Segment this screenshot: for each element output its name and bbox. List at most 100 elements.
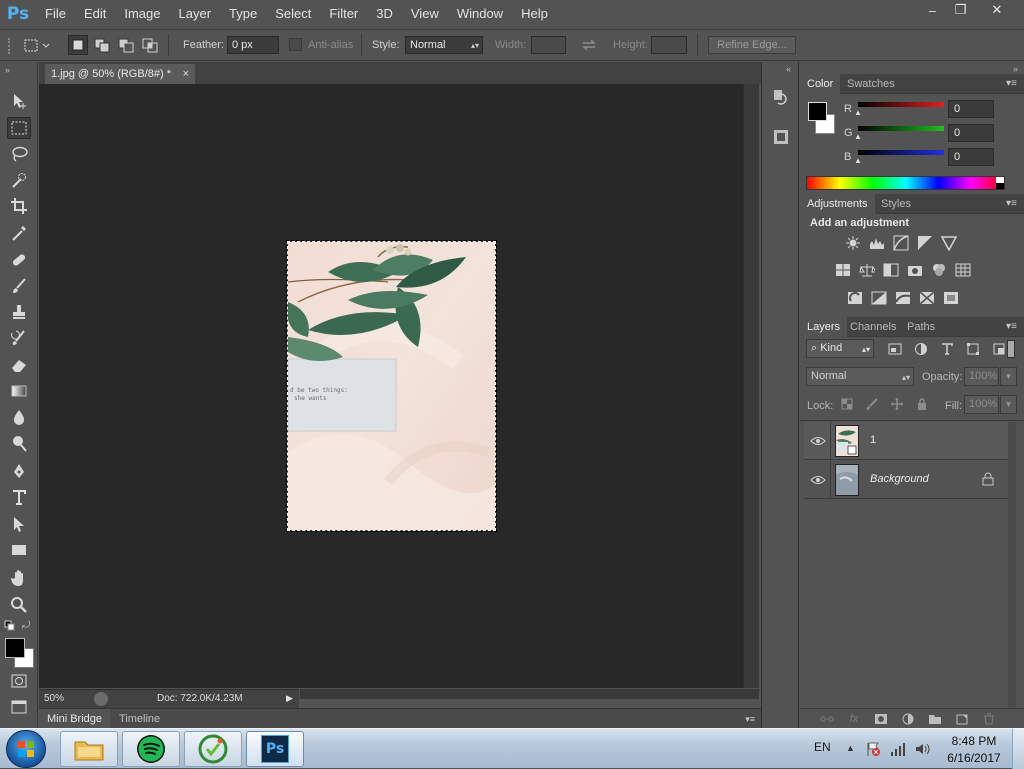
vibrance-icon[interactable] [940,235,958,251]
swap-arrows-icon[interactable] [581,38,597,52]
antialias-checkbox[interactable] [289,38,302,51]
new-adjustment-layer-icon[interactable] [899,711,917,727]
color-panel-foreground-swatch[interactable] [808,102,827,121]
expand-icon[interactable]: « [786,64,791,74]
layer-name[interactable]: 1 [870,434,876,446]
lock-position-icon[interactable] [888,396,906,412]
network-icon[interactable] [890,741,906,757]
posterize-icon[interactable] [870,290,888,306]
hue-saturation-icon[interactable] [834,262,852,278]
invert-icon[interactable] [846,290,864,306]
black-white-icon[interactable] [882,262,900,278]
layers-panel-menu-icon[interactable]: ▾≡ [1006,322,1020,332]
screen-mode-icon[interactable] [7,696,31,718]
close-icon[interactable]: × [183,64,189,84]
eraser-tool-icon[interactable] [7,354,31,376]
filter-adjustment-icon[interactable] [912,341,930,357]
volume-icon[interactable] [914,741,930,757]
brightness-icon[interactable] [844,235,862,251]
lock-pixels-icon[interactable] [863,396,881,412]
lasso-tool-icon[interactable] [7,143,31,165]
menu-help[interactable]: Help [512,0,557,28]
horizontal-scrollbar[interactable] [300,689,759,699]
history-brush-tool-icon[interactable] [7,327,31,349]
lock-all-icon[interactable] [913,396,931,412]
menu-type[interactable]: Type [220,0,266,28]
show-desktop-button[interactable] [1012,729,1024,769]
new-group-icon[interactable] [926,711,944,727]
healing-brush-tool-icon[interactable] [7,249,31,271]
color-lookup-icon[interactable] [954,262,972,278]
rectangular-marquee-tool-icon[interactable] [7,117,31,139]
subtract-selection-icon[interactable] [117,36,135,54]
vertical-scrollbar[interactable] [743,84,759,688]
rectangle-tool-icon[interactable] [7,539,31,561]
adjustments-panel-menu-icon[interactable]: ▾≡ [1006,199,1020,209]
tab-styles[interactable]: Styles [874,194,918,214]
menu-layer[interactable]: Layer [170,0,221,28]
filter-toggle-switch[interactable] [1007,340,1015,358]
color-panel-menu-icon[interactable]: ▾≡ [1006,79,1020,89]
start-button[interactable] [6,730,46,768]
tab-color[interactable]: Color [800,74,841,94]
intersect-selection-icon[interactable] [141,36,159,54]
type-tool-icon[interactable] [7,486,31,508]
visibility-eye-icon[interactable] [810,472,826,488]
filter-type-icon[interactable] [938,341,956,357]
menu-3d[interactable]: 3D [367,0,402,28]
photo-filter-icon[interactable] [906,262,924,278]
menu-window[interactable]: Window [448,0,512,28]
filter-pixel-icon[interactable] [886,341,904,357]
tab-mini-bridge[interactable]: Mini Bridge [39,709,111,729]
new-layer-icon[interactable] [953,711,971,727]
clock-time[interactable]: 8:48 PM [943,734,1005,748]
channel-r-slider[interactable] [858,102,944,107]
document-canvas-image[interactable]: d be two things: she wants [286,240,497,532]
hand-tool-icon[interactable] [7,567,31,589]
threshold-icon[interactable] [894,290,912,306]
status-menu-arrow-icon[interactable]: ▶ [286,693,293,704]
default-colors-icon[interactable] [4,620,16,632]
show-hidden-icons-icon[interactable]: ▲ [846,743,855,753]
style-select[interactable]: Normal ▴▾ [405,36,483,54]
channel-mixer-icon[interactable] [930,262,948,278]
taskbar-file-explorer[interactable] [60,731,118,767]
zoom-level[interactable]: 50% [44,693,64,704]
menu-file[interactable]: File [36,0,75,28]
delete-layer-icon[interactable] [980,711,998,727]
properties-panel-icon[interactable] [772,128,790,146]
tab-swatches[interactable]: Swatches [840,74,902,94]
layers-scrollbar[interactable] [1008,422,1016,708]
channel-b-input[interactable]: 0 [948,148,994,166]
fill-input[interactable]: 100% [964,395,999,414]
eyedropper-tool-icon[interactable] [7,222,31,244]
link-layers-icon[interactable] [818,711,836,727]
language-indicator[interactable]: EN [814,740,831,754]
marquee-preset-icon[interactable] [22,36,52,56]
channel-r-input[interactable]: 0 [948,100,994,118]
tab-channels[interactable]: Channels [843,317,903,337]
collapse-panels-icon[interactable]: » [1013,64,1018,74]
quick-mask-icon[interactable] [7,670,31,692]
slider-thumb-icon[interactable]: ▲ [854,156,862,165]
opacity-dropdown-icon[interactable]: ▾ [1000,367,1017,386]
panel-menu-icon[interactable]: ▾≡ [745,714,755,725]
foreground-color-swatch[interactable] [5,638,25,658]
filter-smart-object-icon[interactable] [990,341,1008,357]
crop-tool-icon[interactable] [7,195,31,217]
menu-image[interactable]: Image [115,0,169,28]
restore-button[interactable]: ❐ [946,0,975,20]
history-panel-icon[interactable] [772,88,790,106]
pen-tool-icon[interactable] [7,460,31,482]
exposure-icon[interactable] [916,235,934,251]
zoom-tool-icon[interactable] [7,594,31,616]
refine-edge-button[interactable]: Refine Edge... [708,36,796,54]
taskbar-app[interactable] [184,731,242,767]
channel-g-slider[interactable] [858,126,944,131]
minimize-button[interactable]: – [918,0,947,20]
tab-paths[interactable]: Paths [900,317,942,337]
slider-thumb-icon[interactable]: ▲ [854,108,862,117]
add-mask-icon[interactable] [872,711,890,727]
quick-selection-tool-icon[interactable] [7,169,31,191]
levels-icon[interactable] [868,235,886,251]
